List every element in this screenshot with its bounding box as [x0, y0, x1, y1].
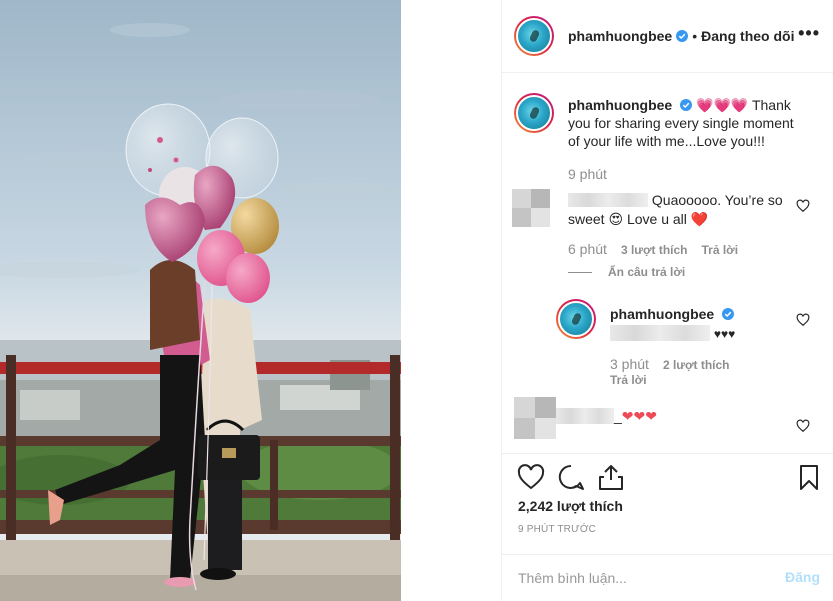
author-avatar[interactable]: [514, 16, 554, 56]
reply-reply-button[interactable]: Trả lời: [610, 373, 647, 387]
comment-1-text: Quaooooo. You’re so sweet 😍 Love u all ❤…: [568, 192, 783, 227]
commenter-username-blurred: [556, 408, 614, 424]
caption-text: phamhuongbee 💗💗💗 Thank you for sharing e…: [568, 96, 808, 150]
comment-input[interactable]: [518, 567, 758, 589]
following-button[interactable]: Đang theo dõi: [701, 28, 794, 44]
post-timestamp: 9 PHÚT TRƯỚC: [518, 524, 597, 535]
caption-hearts: 💗💗💗: [696, 97, 749, 113]
comment-likes-count[interactable]: 3 lượt thích: [621, 243, 688, 257]
more-options-icon[interactable]: •••: [798, 24, 820, 42]
likes-count[interactable]: 2,242 lượt thích: [518, 498, 623, 514]
replies-divider: [568, 271, 592, 273]
comment-like-heart-icon[interactable]: [796, 199, 810, 213]
comment-3-text: _ ❤❤❤: [556, 407, 657, 425]
add-comment-bar: Đăng: [502, 554, 833, 601]
caption-username[interactable]: phamhuongbee: [568, 97, 672, 113]
caption-avatar[interactable]: [514, 93, 554, 133]
reply-meta: 3 phút 2 lượt thích: [610, 356, 730, 372]
comment-3-hearts: ❤❤❤: [621, 408, 657, 424]
hide-replies-toggle[interactable]: Ẩn câu trả lời: [568, 265, 685, 279]
header-separator: •: [692, 28, 698, 44]
comments-list: phamhuongbee 💗💗💗 Thank you for sharing e…: [502, 73, 833, 453]
reply-time: 3 phút: [610, 356, 649, 372]
verified-badge-icon: [680, 99, 693, 111]
commenter-avatar[interactable]: [512, 189, 550, 227]
comment-icon[interactable]: [556, 462, 586, 492]
reply-likes-count[interactable]: 2 lượt thích: [663, 358, 730, 372]
post-photo[interactable]: [0, 0, 401, 601]
reply-username[interactable]: phamhuongbee: [610, 306, 714, 322]
share-icon[interactable]: [596, 462, 626, 492]
comment-1-meta: 6 phút 3 lượt thích Trả lời: [568, 241, 738, 257]
verified-badge-icon: [676, 30, 689, 42]
post-header: phamhuongbee • Đang theo dõi •••: [502, 0, 833, 73]
reply-avatar[interactable]: [556, 299, 596, 339]
bookmark-icon[interactable]: [794, 462, 824, 492]
caption-time: 9 phút: [568, 166, 607, 182]
heart-icon[interactable]: [516, 462, 546, 492]
comment-time: 6 phút: [568, 241, 607, 257]
commenter-username-blurred: [568, 193, 648, 207]
post-actions: 2,242 lượt thích 9 PHÚT TRƯỚC Đăng: [502, 453, 833, 601]
post-comment-button[interactable]: Đăng: [785, 569, 820, 585]
reply-text: phamhuongbee ♥♥♥: [610, 305, 735, 344]
verified-badge-icon: [722, 308, 735, 320]
spacer: [401, 0, 501, 601]
reply-hearts: ♥♥♥: [713, 327, 736, 341]
comment-like-heart-icon[interactable]: [796, 419, 810, 433]
reply-like-heart-icon[interactable]: [796, 313, 810, 327]
reply-button[interactable]: Trả lời: [702, 243, 739, 257]
commenter-avatar[interactable]: [514, 397, 556, 439]
post-details-panel: phamhuongbee • Đang theo dõi ••• phamhuo…: [501, 0, 833, 601]
mention-blurred: [610, 325, 710, 341]
author-username[interactable]: phamhuongbee: [568, 28, 672, 44]
